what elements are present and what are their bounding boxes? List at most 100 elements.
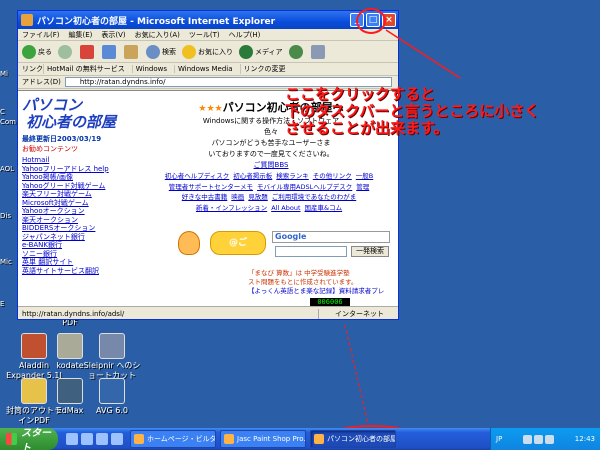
search-button[interactable]: 検索 [146,44,176,59]
nav-link[interactable]: 楽天オークション [22,216,142,225]
link-row: 管理者サポートセンターメモ モバイル専用ADSLヘルプデスク 管理 [146,183,396,192]
link[interactable]: 国産車&コム [305,204,343,212]
home-button[interactable] [124,44,140,59]
link[interactable]: 新着・インフレッション [196,204,267,212]
clock[interactable]: 12:43 [575,435,595,443]
nav-link[interactable]: e-BANK銀行 [22,241,142,250]
nav-link[interactable]: Yahooフリーアドレス help [22,165,142,174]
last-updated: 最終更新日2003/03/19 [22,135,102,143]
quick-launch-icon[interactable] [81,433,93,445]
menu-file[interactable]: ファイル(F) [22,30,60,40]
menu-view[interactable]: 表示(V) [101,30,125,40]
forward-button[interactable] [58,44,74,59]
link-windows-media[interactable]: Windows Media [174,65,236,73]
task-ie-window[interactable]: パソコン初心者の部屋 [310,430,396,448]
left-column: パソコン 初心者の部屋 最終更新日2003/03/19 お勧めコンテンツ Hot… [22,97,142,275]
stars-icon: ★★★ [198,104,223,114]
history-icon [288,44,303,59]
tray-icon[interactable] [545,434,555,444]
kodate-icon [57,333,83,359]
history-button[interactable] [288,44,305,59]
menu-bar: ファイル(F) 編集(E) 表示(V) お気に入り(A) ツール(T) ヘルプ(… [18,29,398,41]
link[interactable]: 映画 [231,193,244,201]
nav-link[interactable]: Hotmail [22,156,142,165]
media-button[interactable]: メディア [239,44,283,59]
menu-help[interactable]: ヘルプ(H) [229,30,261,40]
nav-link[interactable]: Microsoft対戦ゲーム [22,199,142,208]
desktop-icon-avg[interactable]: AVG 6.0 [82,378,142,416]
description-line: パソコンがどうも苦手なユーザーさま [211,139,331,147]
tray-icon[interactable] [523,434,533,444]
title-bar[interactable]: パソコン初心者の部屋 - Microsoft Internet Explorer… [18,11,398,29]
desktop-icon-sleipnir[interactable]: Sleipnir へのシ ョートカット [82,333,142,381]
nav-link[interactable]: 楽天フリー対戦ゲーム [22,190,142,199]
link[interactable]: 好きな中古書籍 [182,193,228,201]
nav-link[interactable]: ジャパンネット銀行 [22,233,142,242]
mail-button[interactable] [310,44,327,59]
tray-icon[interactable] [534,434,544,444]
qa-bbs-link[interactable]: ご質問BBS [146,160,396,170]
search-submit-button[interactable]: 一発検索 [351,246,389,257]
ad-line[interactable]: 【よっくん英語とま楽な記録】資料請求者プレ [248,287,398,296]
task-paint-shop-pro[interactable]: Jasc Paint Shop Pro... [220,430,306,448]
ad-text: 「まなび 算数」は 中学受験進学塾 スト問題をもとに作成されています。 【よっく… [248,269,398,296]
link[interactable]: ご利用環境であなたのわがま [272,193,356,201]
start-button[interactable]: スタート [0,428,58,450]
quick-launch-icon[interactable] [111,433,123,445]
menu-tools[interactable]: ツール(T) [189,30,220,40]
link[interactable]: 一般B [356,172,373,180]
favorites-button[interactable]: お気に入り [182,44,233,59]
desktop-edge-label: Dis [0,212,11,220]
refresh-button[interactable] [102,44,118,59]
task-homepage-builder[interactable]: ホームページ・ビルダー... [130,430,216,448]
ad-line[interactable]: 「まなび 算数」は 中学受験進学塾 [248,269,398,278]
menu-favorites[interactable]: お気に入り(A) [135,30,180,40]
help-link[interactable]: help [94,165,109,173]
annotation-circle-minimize [356,8,386,34]
link-row: 好きな中古書籍 映画 見放題 ご利用環境であなたのわがま [146,193,396,202]
link[interactable]: 初心者ヘルプディスク [165,172,230,180]
sleipnir-icon [99,333,125,359]
ime-indicator[interactable]: JP [496,435,502,443]
site-logo[interactable]: パソコン 初心者の部屋 [22,97,142,131]
desktop-edge-label: AOL [0,165,15,173]
search-icon [146,44,160,59]
link[interactable]: All About [271,204,300,212]
link[interactable]: その他リンク [313,172,352,180]
nav-link[interactable]: BIDDERSオークション [22,224,142,233]
google-logo: Google [275,232,307,241]
ie-app-icon[interactable] [21,14,33,26]
nav-link[interactable]: 英語サイトサービス翻訳 [22,267,142,276]
link[interactable]: 見放題 [248,193,268,201]
back-button[interactable]: 戻る [22,44,52,59]
nav-link[interactable]: ソニー銀行 [22,250,142,259]
link[interactable]: モバイル専用ADSLヘルプデスク [257,183,352,191]
link-hotmail[interactable]: HotMail の無料サービス [43,64,128,74]
nav-link[interactable]: Yahooオークション [22,207,142,216]
stop-button[interactable] [80,44,96,59]
link[interactable]: 管理 [356,183,369,191]
star-icon [182,44,196,59]
menu-edit[interactable]: 編集(E) [69,30,93,40]
link[interactable]: 管理者サポートセンターメモ [169,183,253,191]
quick-launch-icon[interactable] [66,433,78,445]
link-customize[interactable]: リンクの変更 [239,64,289,74]
quick-launch [66,433,126,445]
desktop-edge-label: C [0,108,5,116]
promo-banner[interactable]: @ご [210,231,266,255]
taskbar: スタート ホームページ・ビルダー... Jasc Paint Shop Pro.… [0,428,600,450]
nav-link[interactable]: Yahooグリード対戦ゲーム [22,182,142,191]
link[interactable]: 検索ランキ [276,172,309,180]
quick-launch-icon[interactable] [96,433,108,445]
status-url: http://ratan.dyndns.info/adsl/ [22,309,125,318]
link[interactable]: 初心者掲示板 [233,172,272,180]
system-tray: JP 12:43 [490,428,600,450]
nav-link[interactable]: 英単 翻訳サイト [22,258,142,267]
desktop-edge-label: E [0,300,5,308]
status-bar: http://ratan.dyndns.info/adsl/ インターネット [18,306,398,319]
home-icon [124,44,138,59]
mascot-icon [178,231,200,255]
nav-link[interactable]: Yahoo掲帳/画像 [22,173,142,182]
link-windows[interactable]: Windows [131,65,170,73]
google-search-input[interactable] [275,246,347,257]
